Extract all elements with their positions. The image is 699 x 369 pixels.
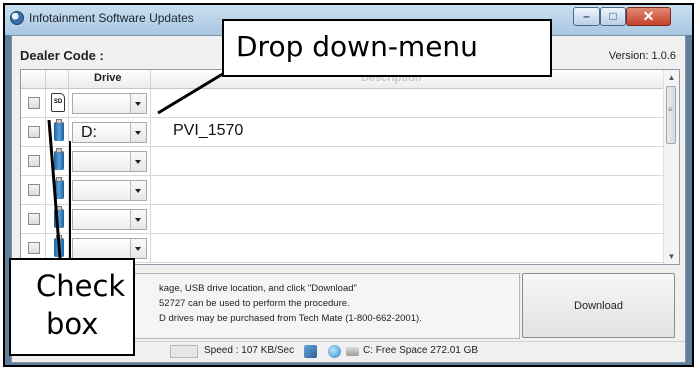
drive-dropdown[interactable]	[72, 209, 147, 230]
chevron-down-icon[interactable]	[130, 239, 146, 258]
minimize-button[interactable]: –	[573, 7, 600, 26]
table-row	[21, 205, 665, 234]
row-checkbox[interactable]	[28, 155, 40, 167]
row-checkbox[interactable]	[28, 97, 40, 109]
chevron-down-icon[interactable]	[130, 181, 146, 200]
drive-dropdown[interactable]	[72, 151, 147, 172]
maximize-button[interactable]: □	[600, 7, 626, 26]
row-description-cell	[151, 205, 665, 233]
free-space-status: C: Free Space 272.01 GB	[363, 345, 479, 356]
header-check	[21, 70, 46, 88]
row-checkbox-cell	[21, 89, 46, 117]
scroll-down-icon[interactable]: ▼	[664, 249, 679, 264]
row-description-cell	[151, 147, 665, 175]
status-progress	[170, 345, 198, 358]
table-row	[21, 147, 665, 176]
table-row: SD	[21, 89, 665, 118]
row-drive-cell	[69, 147, 151, 175]
scroll-up-icon[interactable]: ▲	[664, 70, 679, 85]
row-checkbox[interactable]	[28, 242, 40, 254]
row-description-cell: PVI_1570	[151, 118, 665, 146]
chevron-down-icon[interactable]	[130, 94, 146, 113]
row-icon-cell	[46, 176, 69, 204]
usb-drive-icon	[54, 119, 64, 141]
drive-dropdown[interactable]	[72, 180, 147, 201]
checkbox-callout: Check box	[9, 258, 135, 356]
window-title: Infotainment Software Updates	[29, 11, 194, 25]
dropdown-callout-text: Drop down-menu	[236, 30, 478, 63]
row-description-cell	[151, 176, 665, 204]
row-checkbox[interactable]	[28, 184, 40, 196]
instruction-line: kage, USB drive location, and click "Dow…	[159, 283, 357, 294]
close-icon: ✕	[642, 8, 655, 24]
dropdown-callout: Drop down-menu	[222, 19, 552, 77]
row-checkbox-cell	[21, 205, 46, 233]
instruction-line: 52727 can be used to perform the procedu…	[159, 298, 350, 309]
header-drive: Drive	[69, 70, 151, 88]
drive-dropdown[interactable]: D:	[72, 122, 147, 143]
checkbox-callout-line1: Check	[36, 269, 126, 303]
maximize-icon: □	[609, 9, 617, 23]
drive-grid: Drive Description SD D: PVI_1570 ▲ ≡ ▼	[20, 69, 680, 265]
row-checkbox-cell	[21, 147, 46, 175]
chevron-down-icon[interactable]	[130, 123, 146, 142]
row-description: PVI_1570	[173, 122, 244, 139]
instruction-line: D drives may be purchased from Tech Mate…	[159, 313, 422, 324]
row-icon-cell	[46, 118, 69, 146]
checkbox-callout-line2: box	[46, 307, 99, 341]
download-button[interactable]: Download	[522, 273, 675, 338]
row-checkbox[interactable]	[28, 126, 40, 138]
table-row	[21, 176, 665, 205]
row-icon-cell	[46, 205, 69, 233]
drive-dropdown[interactable]	[72, 93, 147, 114]
transfer-icon	[304, 345, 317, 358]
scroll-thumb[interactable]	[666, 86, 676, 144]
usb-drive-icon	[54, 148, 64, 170]
row-description-cell	[151, 234, 665, 262]
minimize-icon: –	[583, 9, 590, 23]
grid-scrollbar[interactable]: ▲ ▼	[663, 70, 679, 264]
close-button[interactable]: ✕	[626, 7, 671, 26]
row-checkbox-cell	[21, 176, 46, 204]
drive-value: D:	[81, 124, 97, 141]
header-icon	[46, 70, 69, 88]
network-icon	[328, 345, 341, 358]
row-drive-cell	[69, 205, 151, 233]
row-checkbox[interactable]	[28, 213, 40, 225]
app-icon	[10, 11, 24, 25]
sd-card-icon: SD	[51, 93, 65, 112]
row-drive-cell	[69, 89, 151, 117]
row-icon-cell: SD	[46, 89, 69, 117]
dealer-code-label: Dealer Code :	[20, 48, 104, 63]
usb-drive-icon	[54, 206, 64, 228]
speed-status: Speed : 107 KB/Sec	[204, 345, 295, 356]
table-row: D: PVI_1570	[21, 118, 665, 147]
row-icon-cell	[46, 147, 69, 175]
usb-drive-icon	[54, 235, 64, 257]
row-drive-cell: D:	[69, 118, 151, 146]
chevron-down-icon[interactable]	[130, 210, 146, 229]
chevron-down-icon[interactable]	[130, 152, 146, 171]
drive-dropdown[interactable]	[72, 238, 147, 259]
row-checkbox-cell	[21, 118, 46, 146]
version-label: Version: 1.0.6	[608, 50, 676, 62]
row-drive-cell	[69, 176, 151, 204]
disk-icon	[346, 347, 359, 356]
usb-drive-icon	[54, 177, 64, 199]
row-description-cell	[151, 89, 665, 117]
download-button-label: Download	[574, 300, 623, 312]
